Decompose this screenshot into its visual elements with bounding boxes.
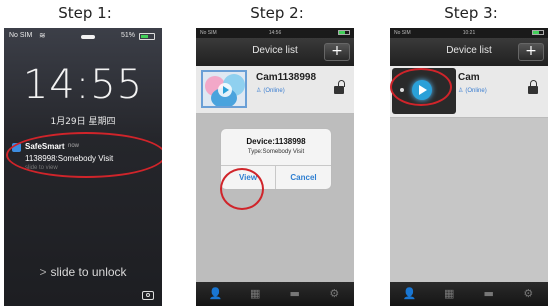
person-icon: ♙ — [256, 88, 262, 94]
lock-date: 1月29日 星期四 — [50, 117, 116, 127]
device-status: ♙ (Online) — [256, 87, 285, 94]
add-device-button[interactable]: + — [518, 43, 544, 61]
slide-to-unlock-label: slide to unlock — [50, 265, 127, 279]
cancel-button[interactable]: Cancel — [276, 166, 331, 189]
step-1-panel: Step 1: No SIM ≋ 51% 14:55 1月29日 星期四 Saf… — [0, 0, 170, 306]
chevron-right-icon: > — [39, 265, 47, 279]
lock-open-icon[interactable] — [334, 80, 345, 94]
lock-time: 14:55 — [22, 62, 144, 108]
step-1-label: Step 1: — [58, 4, 112, 22]
camera-icon[interactable] — [142, 291, 154, 300]
device-name: Cam — [458, 72, 480, 83]
battery-percent: 51% — [120, 32, 135, 39]
lock-icon[interactable] — [528, 80, 538, 94]
nav-bar: Device list + — [196, 38, 354, 66]
status-clock: 10:21 — [462, 30, 476, 36]
wifi-icon: ≋ — [39, 31, 46, 40]
grid-icon[interactable]: ▦ — [236, 282, 276, 306]
device-status: ♙ (Online) — [458, 87, 487, 94]
step-2-label: Step 2: — [250, 4, 304, 22]
device-name: Cam1138998 — [256, 72, 317, 83]
status-clock: 14:56 — [268, 30, 282, 36]
device-list-screen: No SIM 14:56 Device list + Cam1138998 ♙(… — [196, 28, 354, 306]
battery-icon — [139, 33, 155, 40]
tab-bar: 👤 ▦ ▬ ⚙ — [196, 282, 354, 306]
dialog-title: Device:1138998 — [246, 137, 306, 146]
briefcase-icon[interactable]: ▬ — [275, 282, 315, 306]
highlight-ring — [6, 132, 162, 178]
briefcase-icon[interactable]: ▬ — [469, 282, 509, 306]
status-bar: No SIM 10:21 — [390, 28, 548, 38]
device-list-screen: No SIM 10:21 Device list + Cam ♙ (Online)… — [390, 28, 548, 306]
highlight-ring — [220, 168, 264, 210]
battery-icon — [532, 30, 544, 35]
step-3-label: Step 3: — [444, 4, 498, 22]
person-icon: ♙ — [458, 88, 464, 94]
tab-bar: 👤 ▦ ▬ ⚙ — [390, 282, 548, 306]
person-icon[interactable]: 👤 — [390, 282, 430, 306]
status-bar: No SIM 14:56 — [196, 28, 354, 38]
device-status-text: (Online) — [263, 88, 285, 94]
carrier-label: No SIM — [9, 32, 33, 39]
play-icon[interactable] — [218, 83, 232, 97]
step-2-panel: Step 2: No SIM 14:56 Device list + Cam11… — [192, 0, 362, 306]
slide-to-unlock[interactable]: > slide to unlock — [4, 265, 162, 279]
add-device-button[interactable]: + — [324, 43, 350, 61]
device-row[interactable]: Cam1138998 ♙ (Online) — [196, 66, 354, 114]
grid-icon[interactable]: ▦ — [430, 282, 470, 306]
nav-bar: Device list + — [390, 38, 548, 66]
dialog-message: Type:Somebody Visit — [247, 149, 305, 155]
battery-icon — [338, 30, 350, 35]
step-3-panel: Step 3: No SIM 10:21 Device list + Cam ♙… — [386, 0, 556, 306]
lock-icon — [81, 35, 95, 39]
device-status-text: (Online) — [465, 88, 487, 94]
device-thumbnail[interactable] — [201, 70, 247, 108]
gear-icon[interactable]: ⚙ — [509, 282, 549, 306]
status-bar: No SIM ≋ 51% — [9, 31, 157, 43]
gear-icon[interactable]: ⚙ — [315, 282, 355, 306]
highlight-ring — [390, 68, 452, 106]
lock-screen: No SIM ≋ 51% 14:55 1月29日 星期四 SafeSmart n… — [4, 28, 162, 306]
person-icon[interactable]: 👤 — [196, 282, 236, 306]
